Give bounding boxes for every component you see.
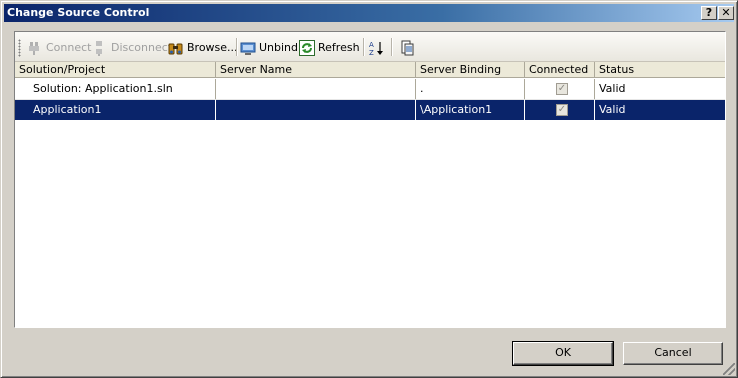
- resize-grip[interactable]: [723, 363, 735, 375]
- column-header-solution-project[interactable]: Solution/Project: [15, 62, 216, 78]
- change-source-control-dialog: Change Source Control ? ✕ Connect Discon…: [0, 0, 738, 378]
- sort-button[interactable]: AZ: [368, 37, 384, 58]
- cell-connected: ✓: [525, 100, 595, 120]
- disconnect-label: Disconnect: [111, 41, 173, 54]
- unplug-icon: [92, 40, 108, 56]
- toolbar: Connect Disconnect Browse... Unbind Refr…: [15, 32, 725, 62]
- column-header-connected[interactable]: Connected: [525, 62, 595, 78]
- plug-icon: [27, 40, 43, 56]
- connect-label: Connect: [46, 41, 92, 54]
- unbind-label: Unbind: [259, 41, 299, 54]
- close-button[interactable]: ✕: [718, 6, 734, 20]
- cell-server-binding: \Application1: [416, 100, 525, 120]
- cell-connected: ✓: [525, 79, 595, 99]
- cell-status: Valid: [599, 82, 626, 95]
- cell-server-binding: .: [416, 79, 525, 99]
- connected-checkbox[interactable]: ✓: [556, 104, 568, 116]
- toolbar-separator: [391, 38, 392, 56]
- cell-solution-project: Application1: [15, 100, 216, 120]
- ok-button[interactable]: OK: [512, 341, 614, 366]
- properties-button[interactable]: [399, 37, 415, 58]
- title-bar[interactable]: Change Source Control ? ✕: [4, 4, 734, 22]
- table-row[interactable]: Solution: Application1.sln . ✓ Valid: [15, 79, 725, 99]
- table-row-selected[interactable]: Application1 \Application1 ✓ Valid: [15, 100, 725, 120]
- svg-text:Z: Z: [369, 49, 374, 56]
- browse-label: Browse...: [187, 41, 238, 54]
- bindings-grid: Solution/Project Server Name Server Bind…: [15, 62, 725, 327]
- cell-solution-project: Solution: Application1.sln: [15, 79, 216, 99]
- refresh-label: Refresh: [318, 41, 360, 54]
- toolbar-grip[interactable]: [18, 39, 21, 57]
- cell-server-name: [216, 79, 416, 99]
- column-header-server-name[interactable]: Server Name: [216, 62, 416, 78]
- binoculars-icon: [168, 40, 184, 56]
- window-title: Change Source Control: [7, 6, 150, 19]
- source-control-panel: Connect Disconnect Browse... Unbind Refr…: [14, 31, 726, 328]
- refresh-button[interactable]: Refresh: [299, 37, 360, 58]
- toolbar-separator: [236, 38, 237, 56]
- connect-button[interactable]: Connect: [27, 37, 91, 58]
- properties-icon: [399, 40, 415, 56]
- column-header-status[interactable]: Status: [595, 62, 725, 78]
- grid-header: Solution/Project Server Name Server Bind…: [15, 62, 725, 78]
- disconnect-button[interactable]: Disconnect: [92, 37, 172, 58]
- cancel-button[interactable]: Cancel: [623, 342, 723, 365]
- browse-button[interactable]: Browse...: [168, 37, 238, 58]
- help-button[interactable]: ?: [701, 6, 717, 20]
- cell-status: Valid: [599, 103, 626, 116]
- connected-checkbox[interactable]: ✓: [556, 83, 568, 95]
- svg-text:A: A: [369, 41, 374, 49]
- column-header-server-binding[interactable]: Server Binding: [416, 62, 525, 78]
- toolbar-separator: [363, 38, 364, 56]
- sort-icon: AZ: [368, 40, 384, 57]
- refresh-icon: [299, 39, 315, 56]
- unbind-button[interactable]: Unbind: [240, 37, 298, 58]
- cell-server-name: [216, 100, 416, 120]
- unbind-icon: [240, 40, 256, 56]
